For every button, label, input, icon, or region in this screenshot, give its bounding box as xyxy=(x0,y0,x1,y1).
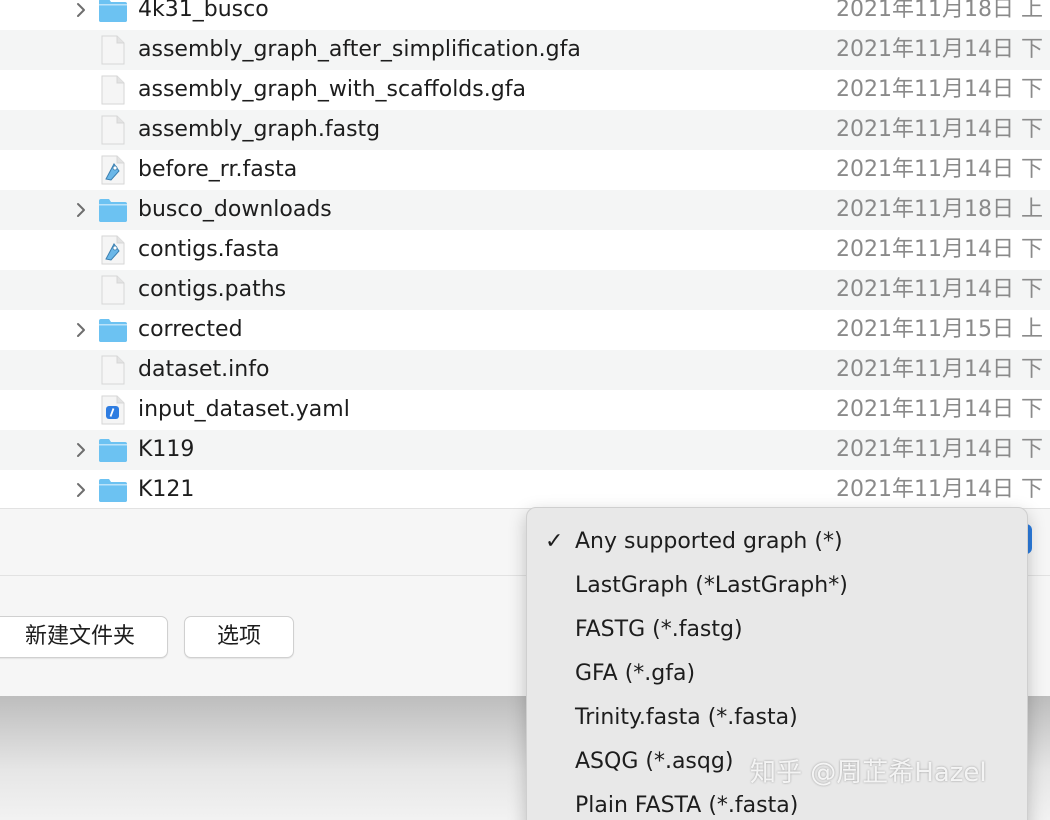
chevron-right-icon[interactable] xyxy=(74,202,88,218)
fasta-file-icon xyxy=(98,155,128,185)
file-date-modified: 2021年11月14日 下 xyxy=(836,77,1043,102)
chevron-right-icon[interactable] xyxy=(74,322,88,338)
file-date-modified: 2021年11月14日 下 xyxy=(836,117,1043,142)
file-date-modified: 2021年11月14日 下 xyxy=(836,157,1043,182)
file-name: contigs.paths xyxy=(138,277,287,302)
document-icon xyxy=(98,275,128,305)
file-date-modified: 2021年11月15日 上 xyxy=(836,317,1043,342)
file-name: contigs.fasta xyxy=(138,237,280,262)
file-name: input_dataset.yaml xyxy=(138,397,350,422)
format-menu-item[interactable]: FASTG (*.fastg) xyxy=(527,608,1027,652)
file-date-modified: 2021年11月14日 下 xyxy=(836,37,1043,62)
file-name: dataset.info xyxy=(138,357,270,382)
fasta-file-icon xyxy=(98,235,128,265)
folder-icon xyxy=(98,195,128,225)
file-row[interactable]: contigs.paths 2021年11月14日 下 xyxy=(0,270,1050,310)
folder-icon xyxy=(98,475,128,505)
file-date-modified: 2021年11月14日 下 xyxy=(836,397,1043,422)
file-name: assembly_graph_after_simplification.gfa xyxy=(138,37,581,62)
format-menu-item[interactable]: ✓ Any supported graph (*) xyxy=(527,520,1027,564)
file-row[interactable]: busco_downloads 2021年11月18日 上 xyxy=(0,190,1050,230)
chevron-right-icon[interactable] xyxy=(74,442,88,458)
format-menu-item-label: FASTG (*.fastg) xyxy=(575,617,743,642)
document-icon xyxy=(98,115,128,145)
file-row[interactable]: assembly_graph.fastg 2021年11月14日 下 xyxy=(0,110,1050,150)
file-date-modified: 2021年11月14日 下 xyxy=(836,477,1043,502)
file-name: 4k31_busco xyxy=(138,0,269,22)
options-button[interactable]: 选项 xyxy=(184,616,294,658)
yaml-file-icon xyxy=(98,395,128,425)
file-row[interactable]: before_rr.fasta 2021年11月14日 下 xyxy=(0,150,1050,190)
file-row[interactable]: dataset.info 2021年11月14日 下 xyxy=(0,350,1050,390)
document-icon xyxy=(98,35,128,65)
file-row[interactable]: 4k31_busco 2021年11月18日 上 xyxy=(0,0,1050,30)
file-row[interactable]: assembly_graph_after_simplification.gfa 2… xyxy=(0,30,1050,70)
file-open-dialog: 4k31_busco 2021年11月18日 上 assembly_graph_af… xyxy=(0,0,1050,820)
file-date-modified: 2021年11月14日 下 xyxy=(836,437,1043,462)
folder-icon xyxy=(98,0,128,25)
format-menu-item[interactable]: GFA (*.gfa) xyxy=(527,652,1027,696)
file-row[interactable]: contigs.fasta 2021年11月14日 下 xyxy=(0,230,1050,270)
file-name: busco_downloads xyxy=(138,197,332,222)
folder-icon xyxy=(98,315,128,345)
file-name: before_rr.fasta xyxy=(138,157,298,182)
file-row[interactable]: input_dataset.yaml 2021年11月14日 下 xyxy=(0,390,1050,430)
format-menu-item-label: Plain FASTA (*.fasta) xyxy=(575,793,799,818)
format-menu-item-label: LastGraph (*LastGraph*) xyxy=(575,573,848,598)
file-row[interactable]: K119 2021年11月14日 下 xyxy=(0,430,1050,470)
watermark: 知乎 @周芷希Hazel xyxy=(750,758,987,788)
file-date-modified: 2021年11月14日 下 xyxy=(836,237,1043,262)
format-menu-item[interactable]: Plain FASTA (*.fasta) xyxy=(527,784,1027,820)
new-folder-button[interactable]: 新建文件夹 xyxy=(0,616,168,658)
format-menu-item[interactable]: LastGraph (*LastGraph*) xyxy=(527,564,1027,608)
document-icon xyxy=(98,75,128,105)
file-name: assembly_graph.fastg xyxy=(138,117,381,142)
file-date-modified: 2021年11月18日 上 xyxy=(836,197,1043,222)
format-menu-item-label: Trinity.fasta (*.fasta) xyxy=(575,705,798,730)
file-row[interactable]: assembly_graph_with_scaffolds.gfa 2021年11… xyxy=(0,70,1050,110)
checkmark-icon: ✓ xyxy=(545,529,564,554)
document-icon xyxy=(98,355,128,385)
chevron-right-icon[interactable] xyxy=(74,2,88,18)
format-menu-item[interactable]: Trinity.fasta (*.fasta) xyxy=(527,696,1027,740)
file-date-modified: 2021年11月14日 下 xyxy=(836,277,1043,302)
folder-icon xyxy=(98,435,128,465)
file-date-modified: 2021年11月18日 上 xyxy=(836,0,1043,22)
file-name: K121 xyxy=(138,477,195,502)
file-row[interactable]: corrected 2021年11月15日 上 xyxy=(0,310,1050,350)
file-name: K119 xyxy=(138,437,195,462)
file-date-modified: 2021年11月14日 下 xyxy=(836,357,1043,382)
format-menu-item-label: ASQG (*.asqg) xyxy=(575,749,734,774)
file-name: assembly_graph_with_scaffolds.gfa xyxy=(138,77,526,102)
format-menu-item-label: Any supported graph (*) xyxy=(575,529,843,554)
format-menu-item-label: GFA (*.gfa) xyxy=(575,661,696,686)
file-name: corrected xyxy=(138,317,243,342)
file-row[interactable]: K121 2021年11月14日 下 xyxy=(0,470,1050,510)
chevron-right-icon[interactable] xyxy=(74,482,88,498)
file-list: 4k31_busco 2021年11月18日 上 assembly_graph_af… xyxy=(0,0,1050,510)
